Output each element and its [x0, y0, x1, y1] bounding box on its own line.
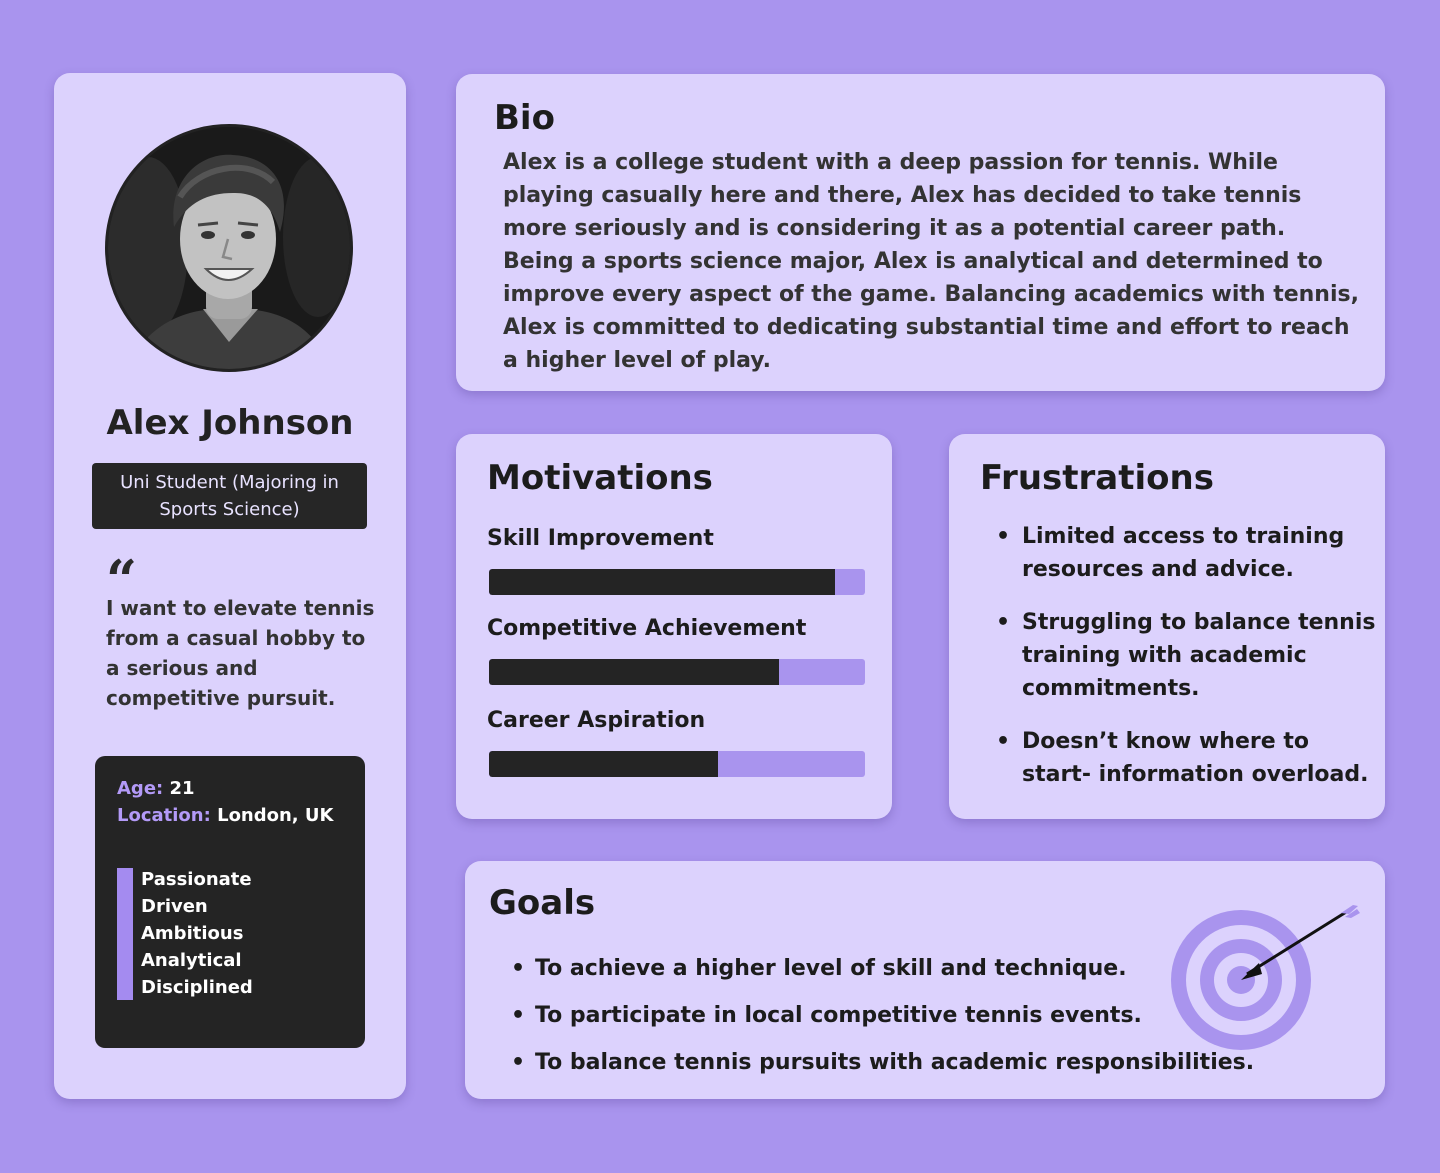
bullet-icon: • — [511, 1003, 526, 1028]
age-value: 21 — [169, 778, 195, 799]
motivation-bar-fill — [489, 569, 835, 595]
trait-item: Disciplined — [141, 977, 253, 998]
motivations-title: Motivations — [487, 458, 713, 498]
traits-accent-bar — [117, 868, 133, 1000]
goals-title: Goals — [489, 883, 596, 923]
bullet-icon: • — [996, 729, 1011, 754]
motivation-bar — [489, 659, 865, 685]
motivation-bar — [489, 751, 865, 777]
bio-card: Bio Alex is a college student with a dee… — [456, 74, 1385, 391]
trait-item: Ambitious — [141, 923, 244, 944]
trait-item: Passionate — [141, 869, 252, 890]
motivation-label: Career Aspiration — [487, 708, 706, 733]
quote-icon: “ — [106, 553, 138, 593]
target-arrow-icon — [1171, 905, 1360, 1050]
bullet-icon: • — [511, 956, 526, 981]
frustrations-title: Frustrations — [980, 458, 1214, 498]
location-value: London, UK — [217, 805, 334, 826]
motivation-label: Skill Improvement — [487, 526, 714, 551]
role-badge: Uni Student (Majoring in Sports Science) — [92, 463, 367, 529]
profile-card: Alex Johnson Uni Student (Majoring in Sp… — [54, 73, 406, 1099]
goal-text: To balance tennis pursuits with academic… — [535, 1050, 1255, 1075]
list-item: • Struggling to balance tennis training w… — [982, 606, 1377, 705]
bio-title: Bio — [494, 98, 555, 138]
persona-name: Alex Johnson — [106, 403, 354, 443]
traits-list: Passionate Driven Ambitious Analytical D… — [141, 866, 253, 1001]
age-label: Age: — [117, 778, 164, 799]
age-row: Age: 21 — [117, 778, 195, 799]
motivation-bar — [489, 569, 865, 595]
motivation-bar-fill — [489, 659, 779, 685]
list-item: • Doesn’t know where to start- informatio… — [982, 725, 1377, 791]
list-item: • Limited access to training resources an… — [982, 520, 1377, 586]
motivation-bar-fill — [489, 751, 719, 777]
location-label: Location: — [117, 805, 211, 826]
role-text: Uni Student (Majoring in Sports Science) — [120, 472, 339, 520]
motivations-card: Motivations Skill Improvement Competitiv… — [456, 434, 892, 819]
avatar — [105, 124, 353, 372]
bullet-icon: • — [996, 524, 1011, 549]
frustration-text: Limited access to training resources and… — [1022, 524, 1345, 582]
frustration-text: Struggling to balance tennis training wi… — [1022, 610, 1376, 701]
motivation-label: Competitive Achievement — [487, 616, 807, 641]
bullet-icon: • — [511, 1050, 526, 1075]
goal-text: To participate in local competitive tenn… — [535, 1003, 1142, 1028]
persona-quote: I want to elevate tennis from a casual h… — [106, 596, 375, 710]
demographics-box: Age: 21 Location: London, UK Passionate … — [95, 756, 365, 1048]
person-photo-icon — [108, 127, 350, 369]
frustration-text: Doesn’t know where to start- information… — [1022, 729, 1369, 787]
bio-text: Alex is a college student with a deep pa… — [503, 150, 1359, 373]
frustrations-card: Frustrations • Limited access to training… — [949, 434, 1385, 819]
goals-card: Goals • To achieve a higher level of skil… — [465, 861, 1385, 1099]
frustrations-list: • Limited access to training resources an… — [982, 520, 1377, 811]
bullet-icon: • — [996, 610, 1011, 635]
location-row: Location: London, UK — [117, 805, 333, 826]
trait-item: Driven — [141, 896, 208, 917]
goal-text: To achieve a higher level of skill and t… — [535, 956, 1127, 981]
trait-item: Analytical — [141, 950, 242, 971]
